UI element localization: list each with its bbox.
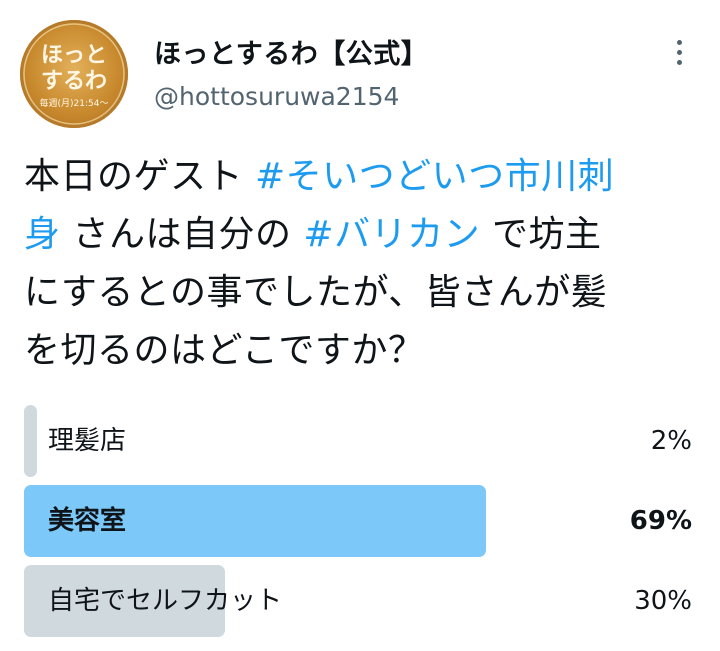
avatar[interactable]: ほっと するわ 毎週(月)21:54〜 [20,20,128,128]
display-name[interactable]: ほっとするわ【公式】 [154,32,428,71]
more-vertical-icon[interactable] [664,34,694,70]
hashtag-link[interactable]: 身 [24,214,61,255]
dot [676,39,682,45]
avatar-logo: ほっと するわ 毎週(月)21:54〜 [23,23,125,125]
tweet-line-3: にするとの事でしたが、皆さんが髪 [24,272,608,313]
dot [676,59,682,65]
poll-option-percent: 30% [634,586,692,616]
tweet-line-1: 本日のゲスト #そいつどいつ市川刺 [24,148,714,206]
tweet-text: 本日のゲスト #そいつどいつ市川刺 身 さんは自分の #バリカン で坊主 にする… [24,148,714,380]
tweet-line-4: を切るのはどこですか？ [24,330,425,371]
tweet-text-segment: で坊主 [480,214,602,255]
avatar-text-2: するわ [41,68,107,94]
poll-option: 美容室 69% [24,485,694,557]
poll-option: 自宅でセルフカット 30% [24,565,694,637]
poll-option-percent: 69% [629,506,692,536]
poll-option-label: 自宅でセルフカット [48,586,283,616]
hashtag-link[interactable]: #そいつどいつ市川刺 [255,156,614,197]
tweet-text-segment: さんは自分の [60,214,304,255]
poll-bar [24,405,38,477]
poll-option-label: 美容室 [48,506,127,536]
avatar-text-3: 毎週(月)21:54〜 [40,97,109,109]
dot [676,49,682,55]
poll-option-label: 理髪店 [48,426,127,456]
hashtag-link-barikan[interactable]: #バリカン [303,214,480,255]
poll-option-percent: 2% [650,426,692,456]
avatar-text-1: ほっと [41,42,107,68]
handle[interactable]: @hottosuruwa2154 [154,82,399,111]
tweet-text-segment: 本日のゲスト [24,156,255,197]
poll-option: 理髪店 2% [24,405,694,477]
tweet-line-2: 身 さんは自分の #バリカン で坊主 [24,206,714,264]
